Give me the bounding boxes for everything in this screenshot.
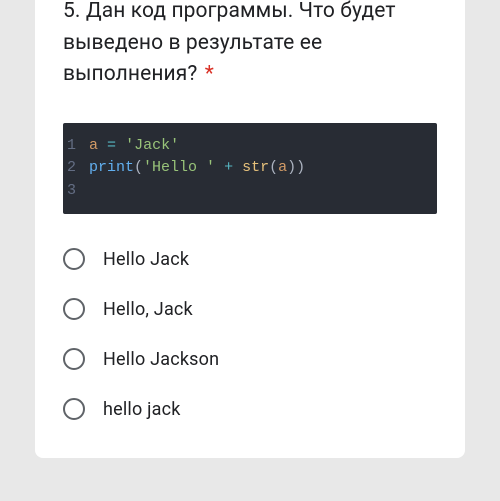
radio-icon[interactable]: [63, 248, 85, 270]
required-asterisk: *: [205, 62, 214, 86]
option-label: hello jack: [103, 399, 181, 420]
code-content: a = 'Jack': [89, 135, 179, 158]
option-label: Hello, Jack: [103, 299, 193, 320]
option-label: Hello Jack: [103, 249, 189, 270]
code-line: 2print('Hello ' + str(a)): [67, 157, 433, 180]
line-number: 1: [67, 135, 89, 158]
option-label: Hello Jackson: [103, 349, 219, 370]
radio-icon[interactable]: [63, 348, 85, 370]
code-block: 1a = 'Jack'2print('Hello ' + str(a))3: [63, 123, 437, 215]
code-line: 1a = 'Jack': [67, 135, 433, 158]
question-body: Дан код программы. Что будет выведено в …: [63, 0, 396, 86]
options-list: Hello Jack Hello, Jack Hello Jackson hello …: [63, 234, 437, 434]
radio-icon[interactable]: [63, 398, 85, 420]
option-3[interactable]: hello jack: [63, 384, 437, 434]
question-card: 5. Дан код программы. Что будет выведено…: [35, 0, 465, 458]
question-text: 5. Дан код программы. Что будет выведено…: [63, 0, 437, 91]
radio-icon[interactable]: [63, 298, 85, 320]
code-content: print('Hello ' + str(a)): [89, 157, 305, 180]
option-1[interactable]: Hello, Jack: [63, 284, 437, 334]
option-0[interactable]: Hello Jack: [63, 234, 437, 284]
code-line: 3: [67, 180, 433, 203]
option-2[interactable]: Hello Jackson: [63, 334, 437, 384]
question-number: 5.: [63, 0, 81, 23]
line-number: 2: [67, 157, 89, 180]
line-number: 3: [67, 180, 89, 203]
